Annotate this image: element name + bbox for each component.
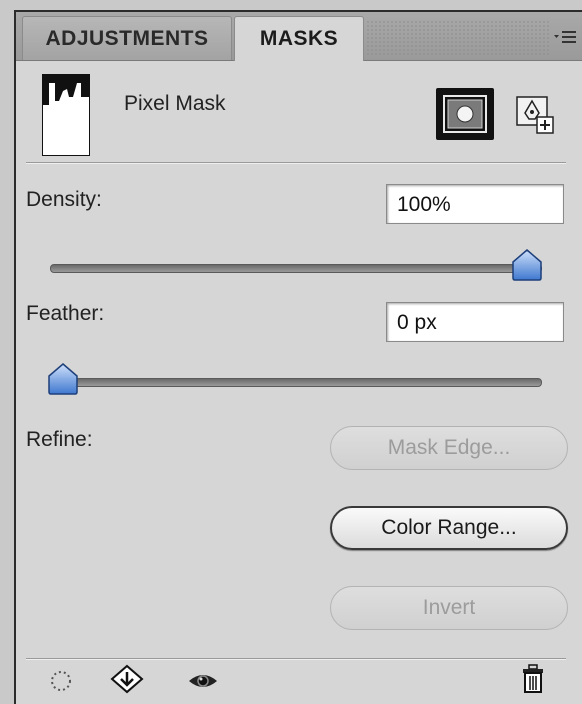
trash-icon[interactable] (516, 664, 550, 694)
density-slider-track[interactable] (50, 264, 542, 273)
tab-bar-grip (366, 20, 551, 56)
invert-button[interactable]: Invert (330, 586, 568, 630)
tab-masks[interactable]: MASKS (234, 16, 364, 61)
density-slider-thumb[interactable] (510, 248, 544, 282)
feather-field[interactable]: 0 px (386, 302, 564, 342)
mask-type-label: Pixel Mask (124, 92, 226, 115)
load-selection-icon[interactable] (44, 666, 78, 696)
feather-label: Feather: (26, 302, 105, 325)
panel-menu-icon[interactable] (552, 24, 578, 50)
apply-mask-icon[interactable] (110, 664, 144, 694)
vector-mask-button[interactable] (514, 92, 556, 136)
mask-thumbnail (42, 74, 90, 156)
density-label: Density: (26, 188, 102, 211)
masks-panel: ADJUSTMENTS MASKS Pixel Mask Density: 10… (14, 10, 582, 704)
density-field[interactable]: 100% (386, 184, 564, 224)
pixel-mask-button[interactable] (436, 88, 494, 140)
feather-slider-track[interactable] (50, 378, 542, 387)
feather-slider-thumb[interactable] (46, 362, 80, 396)
footer-divider (26, 658, 566, 659)
tab-bar: ADJUSTMENTS MASKS (16, 12, 582, 61)
tab-adjustments[interactable]: ADJUSTMENTS (22, 16, 232, 60)
mask-edge-button[interactable]: Mask Edge... (330, 426, 568, 470)
header-divider (26, 162, 566, 163)
refine-label: Refine: (26, 428, 93, 451)
color-range-button[interactable]: Color Range... (330, 506, 568, 550)
visibility-eye-icon[interactable] (186, 666, 220, 696)
